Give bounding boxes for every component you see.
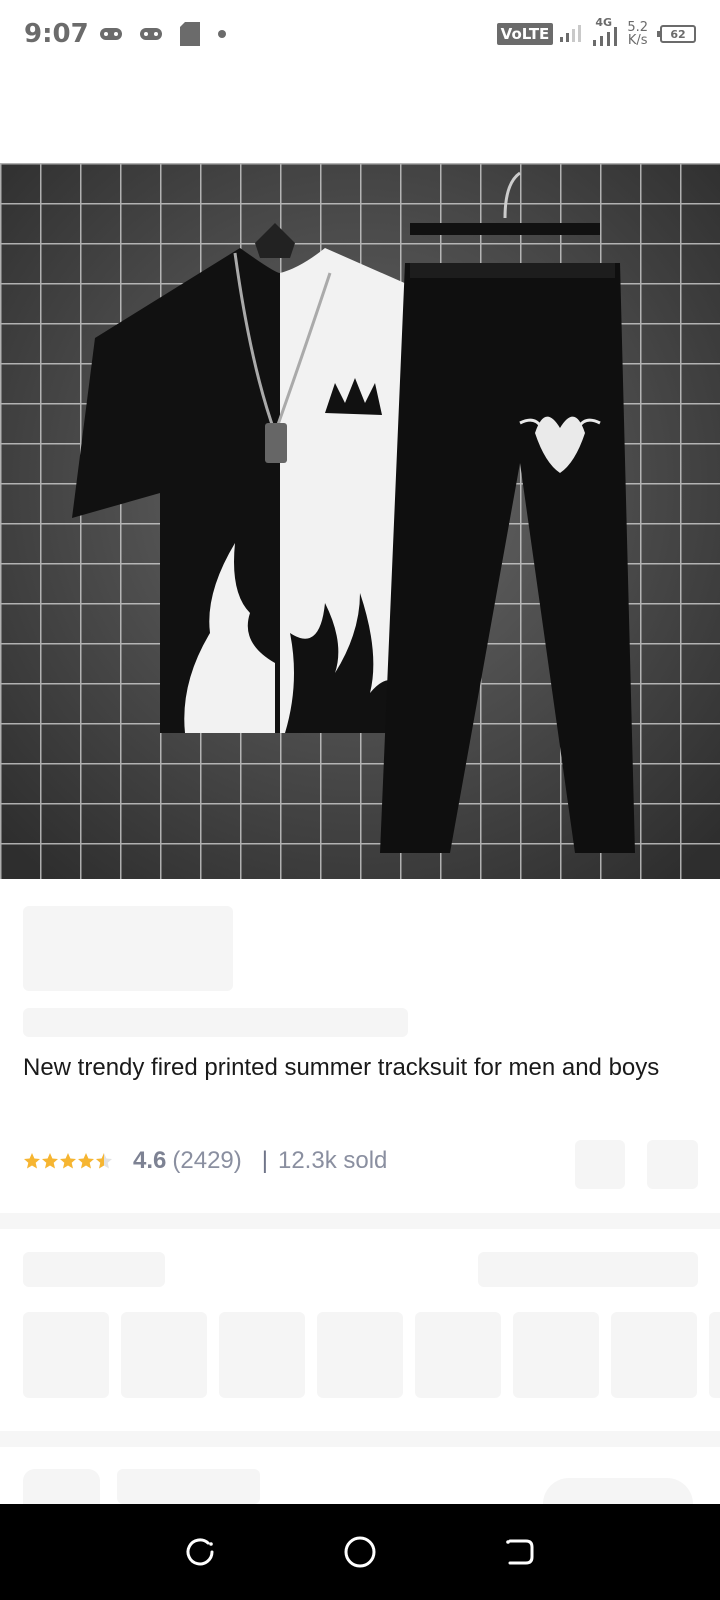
product-title: New trendy fired printed summer tracksui… xyxy=(23,1054,660,1081)
rating-stars xyxy=(23,1152,115,1170)
rating-value: 4.6 xyxy=(133,1147,167,1174)
back-icon xyxy=(506,1539,534,1565)
gamepad-icon-2 xyxy=(139,26,163,42)
product-image[interactable] xyxy=(0,163,720,879)
variant-option-8[interactable] xyxy=(709,1312,720,1398)
volte-badge: VoLTE xyxy=(496,23,554,45)
rating-row[interactable]: 4.6 (2429) | 12.3k sold xyxy=(23,1146,387,1176)
variant-option-6[interactable] xyxy=(513,1312,599,1398)
variant-option-5[interactable] xyxy=(415,1312,501,1398)
section-divider-2 xyxy=(0,1431,720,1447)
gamepad-icon xyxy=(99,26,123,42)
share-button-skeleton[interactable] xyxy=(575,1140,625,1189)
price-skeleton xyxy=(23,906,233,991)
product-photo xyxy=(0,163,720,879)
notification-dot-icon xyxy=(217,29,227,39)
sd-card-icon xyxy=(179,21,201,47)
review-count: (2429) xyxy=(172,1147,242,1174)
recents-icon xyxy=(186,1538,214,1566)
seller-avatar-skeleton xyxy=(23,1469,100,1504)
status-bar: 9:07 VoLTE 4G 5.2 K/s 62 xyxy=(0,0,720,68)
variant-option-2[interactable] xyxy=(121,1312,207,1398)
home-button[interactable] xyxy=(330,1522,390,1582)
follow-button-skeleton[interactable] xyxy=(543,1478,693,1504)
variant-option-3[interactable] xyxy=(219,1312,305,1398)
network-speed: 5.2 K/s xyxy=(627,21,648,47)
seller-name-skeleton xyxy=(117,1469,260,1504)
recents-button[interactable] xyxy=(170,1522,230,1582)
size-chart-skeleton[interactable] xyxy=(478,1252,698,1287)
status-right-group: VoLTE 4G 5.2 K/s 62 xyxy=(496,16,696,48)
signal-4g-icon: 4G xyxy=(591,16,621,48)
battery-icon: 62 xyxy=(657,25,696,43)
subtitle-skeleton xyxy=(23,1008,408,1037)
speed-unit: K/s xyxy=(627,33,648,48)
variant-option-4[interactable] xyxy=(317,1312,403,1398)
star-rating-icon xyxy=(24,1153,112,1169)
home-icon xyxy=(344,1536,376,1568)
variant-option-7[interactable] xyxy=(611,1312,697,1398)
status-time: 9:07 xyxy=(24,19,89,49)
back-button[interactable] xyxy=(490,1522,550,1582)
system-nav-bar xyxy=(0,1504,720,1600)
battery-level: 62 xyxy=(670,27,686,41)
sold-count: 12.3k sold xyxy=(277,1147,388,1174)
section-divider xyxy=(0,1213,720,1229)
wishlist-button-skeleton[interactable] xyxy=(647,1140,698,1189)
rating-separator: | xyxy=(261,1147,268,1174)
variant-label-skeleton xyxy=(23,1252,165,1287)
signal-icon xyxy=(559,21,585,47)
variant-option-1[interactable] xyxy=(23,1312,109,1398)
